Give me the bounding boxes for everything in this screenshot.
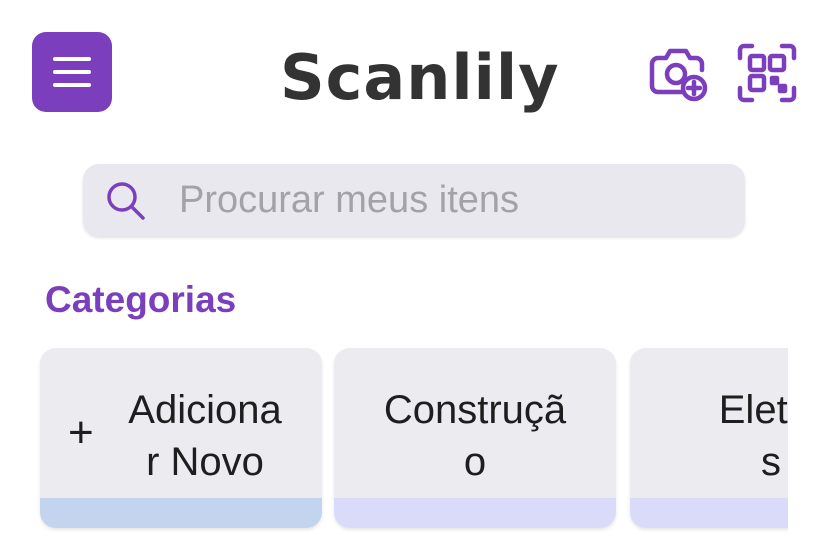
app-title: Scanlily: [280, 41, 560, 114]
categories-title: Categorias: [45, 279, 237, 320]
menu-button[interactable]: [32, 32, 112, 112]
search-bar[interactable]: [83, 164, 745, 236]
qr-scan-button[interactable]: [736, 42, 798, 104]
camera-add-button[interactable]: [648, 42, 710, 104]
categories-carousel[interactable]: + Adiciona r Novo Construçã o Eletrô s: [0, 340, 788, 544]
category-card-add-new[interactable]: + Adiciona r Novo: [40, 348, 322, 528]
category-label: Eletrô s: [718, 388, 788, 484]
category-color-stripe: [40, 498, 322, 528]
category-color-stripe: [334, 498, 616, 528]
camera-add-icon: [649, 48, 708, 102]
menu-line: [53, 57, 91, 61]
menu-line: [53, 70, 91, 74]
plus-icon: +: [68, 408, 94, 457]
search-input[interactable]: [179, 164, 719, 236]
category-label: Adiciona r Novo: [128, 388, 282, 484]
category-label: Construçã o: [383, 388, 567, 484]
category-card-construcao[interactable]: Construçã o: [334, 348, 616, 528]
menu-line: [53, 83, 91, 87]
category-color-stripe: [630, 498, 788, 528]
search-icon: [107, 182, 145, 220]
qr-scan-icon: [737, 43, 797, 103]
category-card-eletronicos[interactable]: Eletrô s: [630, 348, 788, 528]
